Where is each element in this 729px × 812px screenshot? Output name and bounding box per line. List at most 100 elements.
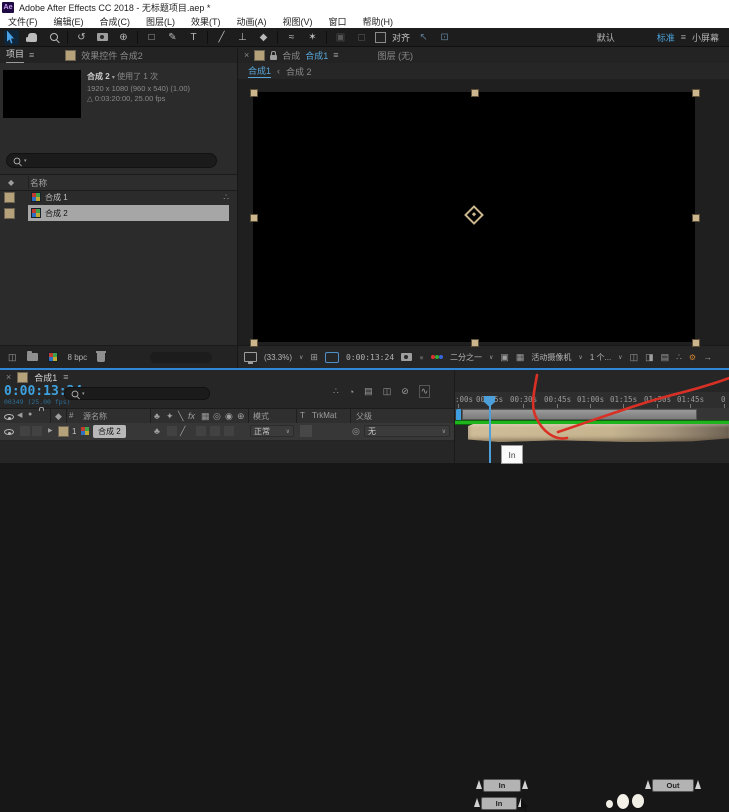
layer-in-handle[interactable]: In [476, 779, 528, 792]
snap-option-b-icon[interactable]: ⊡ [437, 30, 452, 45]
project-row-comp1[interactable]: 合成 1 ∴ [0, 189, 237, 205]
trash-icon[interactable] [96, 350, 107, 362]
show-snapshot-icon[interactable]: ● [419, 353, 424, 362]
channels-icon[interactable] [430, 355, 435, 359]
project-panel-menu-icon[interactable]: ≡ [29, 50, 34, 60]
selection-handle-top-left[interactable] [250, 89, 258, 97]
time-ruler[interactable]: :00s 00:15s 00:30s 00:45s 01:00s 01:15s … [455, 392, 729, 409]
frame-blending-icon[interactable]: ▤ [364, 386, 373, 397]
parent-column-header[interactable]: 父级 [356, 411, 372, 422]
selection-handle-bottom-right[interactable] [692, 339, 700, 347]
audio-column-icon[interactable]: ◀ [17, 411, 22, 419]
layer-quality-icon[interactable]: ╱ [180, 426, 185, 437]
menu-animation[interactable]: 动画(A) [229, 15, 275, 28]
pan-behind-tool-button[interactable]: ⊕ [116, 30, 131, 45]
parent-dropdown[interactable]: 无 ∨ [364, 425, 450, 437]
timeline-tab[interactable]: × 合成1 ≡ [0, 370, 455, 384]
close-tab-icon[interactable]: × [6, 372, 11, 382]
layer-name[interactable]: 合成 2 [93, 425, 126, 438]
hand-tool-button[interactable] [25, 30, 40, 45]
snap-option-a-icon[interactable]: ↖ [416, 30, 431, 45]
share-view-icon[interactable]: ◨ [645, 352, 654, 363]
layer-out-handle[interactable]: Out [645, 779, 701, 792]
selection-tool-button[interactable] [4, 29, 19, 45]
timeline-tab-name[interactable]: 合成1 [34, 371, 57, 384]
camera-view-value[interactable]: 活动摄像机 [531, 352, 571, 363]
trkmat-column-header[interactable]: TrkMat [312, 411, 337, 420]
snapshot-icon[interactable] [401, 353, 413, 361]
region-of-interest-icon[interactable]: ▣ [500, 352, 509, 363]
tab-project[interactable]: 项目 [6, 47, 25, 63]
mini-flowchart-icon[interactable]: ∴ [333, 386, 339, 397]
layer-quality-club-icon[interactable]: ♣ [154, 426, 160, 436]
resolution-dropdown-icon[interactable]: ∨ [489, 354, 493, 361]
search-options-icon[interactable]: ▾ [82, 391, 85, 397]
selection-handle-top-right[interactable] [692, 89, 700, 97]
layer-label-chip[interactable] [58, 426, 69, 437]
name-column-header[interactable]: 名称 [30, 177, 47, 189]
item-name[interactable]: 合成 2 [45, 208, 68, 219]
switch-shy-icon[interactable]: ♣ [154, 411, 160, 421]
tab-layer[interactable]: 图层 (无) [378, 49, 414, 62]
snap-label[interactable]: 对齐 [392, 31, 410, 44]
layer-audio-cell[interactable] [20, 426, 30, 436]
source-name-column-header[interactable]: 源名称 [83, 411, 107, 422]
resolution-value[interactable]: 二分之一 [450, 352, 482, 363]
workspace-menu-icon[interactable]: ≡ [681, 32, 686, 42]
type-tool-button[interactable]: T [186, 30, 201, 45]
switch-3d-icon[interactable]: ⊕ [237, 411, 245, 422]
interpret-footage-icon[interactable]: ◫ [8, 352, 17, 363]
comp-panel-menu-icon[interactable]: ≡ [333, 50, 338, 60]
grid-guides-icon[interactable]: ⊞ [310, 352, 318, 363]
layer-duration-bar[interactable] [462, 409, 697, 420]
sand-bar-in-handle[interactable]: In [474, 797, 524, 810]
breadcrumb-comp1[interactable]: 合成1 [248, 64, 272, 78]
sand-footage-bar[interactable] [468, 424, 729, 442]
exposure-icon[interactable]: ▤ [661, 352, 670, 363]
workspace-standard[interactable]: 标准 [657, 31, 675, 44]
parent-pickwhip-icon[interactable]: ◎ [352, 426, 360, 437]
t-column-header[interactable]: T [300, 411, 305, 420]
project-search-input[interactable]: ▾ [6, 153, 217, 168]
label-color-chip[interactable] [4, 191, 15, 203]
rectangle-tool-button[interactable]: □ [144, 30, 159, 45]
workspace-small-screen[interactable]: 小屏幕 [692, 31, 719, 44]
collapse-transformations-icon[interactable]: ◫ [383, 386, 392, 397]
switch-fx-icon[interactable]: fx [188, 411, 195, 421]
switch-adjustment-icon[interactable]: ◉ [225, 411, 233, 422]
zoom-tool-button[interactable] [46, 30, 61, 45]
bring-to-timeline-icon[interactable]: → [703, 352, 712, 362]
new-composition-icon[interactable] [47, 352, 58, 362]
comp-tab-name[interactable]: 合成1 [305, 49, 328, 62]
switch-quality-icon[interactable]: ╲ [178, 411, 183, 422]
mask-visibility-icon[interactable] [324, 351, 339, 363]
timeline-panel-menu-icon[interactable]: ≡ [63, 372, 68, 382]
close-tab-icon[interactable]: × [244, 50, 249, 60]
breadcrumb-comp2[interactable]: 合成 2 [286, 65, 312, 78]
rotate-tool-button[interactable]: ↺ [74, 30, 89, 45]
solo-column-icon[interactable]: ● [28, 411, 32, 418]
menu-edit[interactable]: 编辑(E) [46, 15, 92, 28]
new-folder-icon[interactable] [26, 351, 38, 361]
camera-tool-button[interactable] [95, 30, 110, 45]
view-layout-icon[interactable]: ◫ [630, 352, 639, 363]
lock-icon[interactable] [270, 50, 278, 60]
menu-view[interactable]: 视图(V) [275, 15, 321, 28]
camera-dropdown-icon[interactable]: ∨ [578, 354, 582, 361]
menu-window[interactable]: 窗口 [321, 15, 355, 28]
menu-file[interactable]: 文件(F) [0, 15, 46, 28]
timeline-search-input[interactable]: ▾ [64, 387, 210, 400]
layer-solo-cell[interactable] [32, 426, 42, 436]
label-column-icon[interactable]: ◆ [55, 411, 62, 422]
preview-flag-icon[interactable]: ▾ [112, 75, 115, 81]
layer-switch-cell[interactable] [167, 426, 177, 436]
menu-composition[interactable]: 合成(C) [92, 15, 139, 28]
project-bpc[interactable]: 8 bpc [68, 353, 88, 362]
selection-handle-top-center[interactable] [471, 89, 479, 97]
trkmat-cell[interactable] [300, 425, 312, 437]
index-column-header[interactable]: # [69, 411, 73, 420]
selection-handle-mid-right[interactable] [692, 214, 700, 222]
layer-switch-cell[interactable] [210, 426, 220, 436]
selection-handle-bottom-left[interactable] [250, 339, 258, 347]
switch-collapse-icon[interactable]: ✦ [166, 411, 174, 422]
